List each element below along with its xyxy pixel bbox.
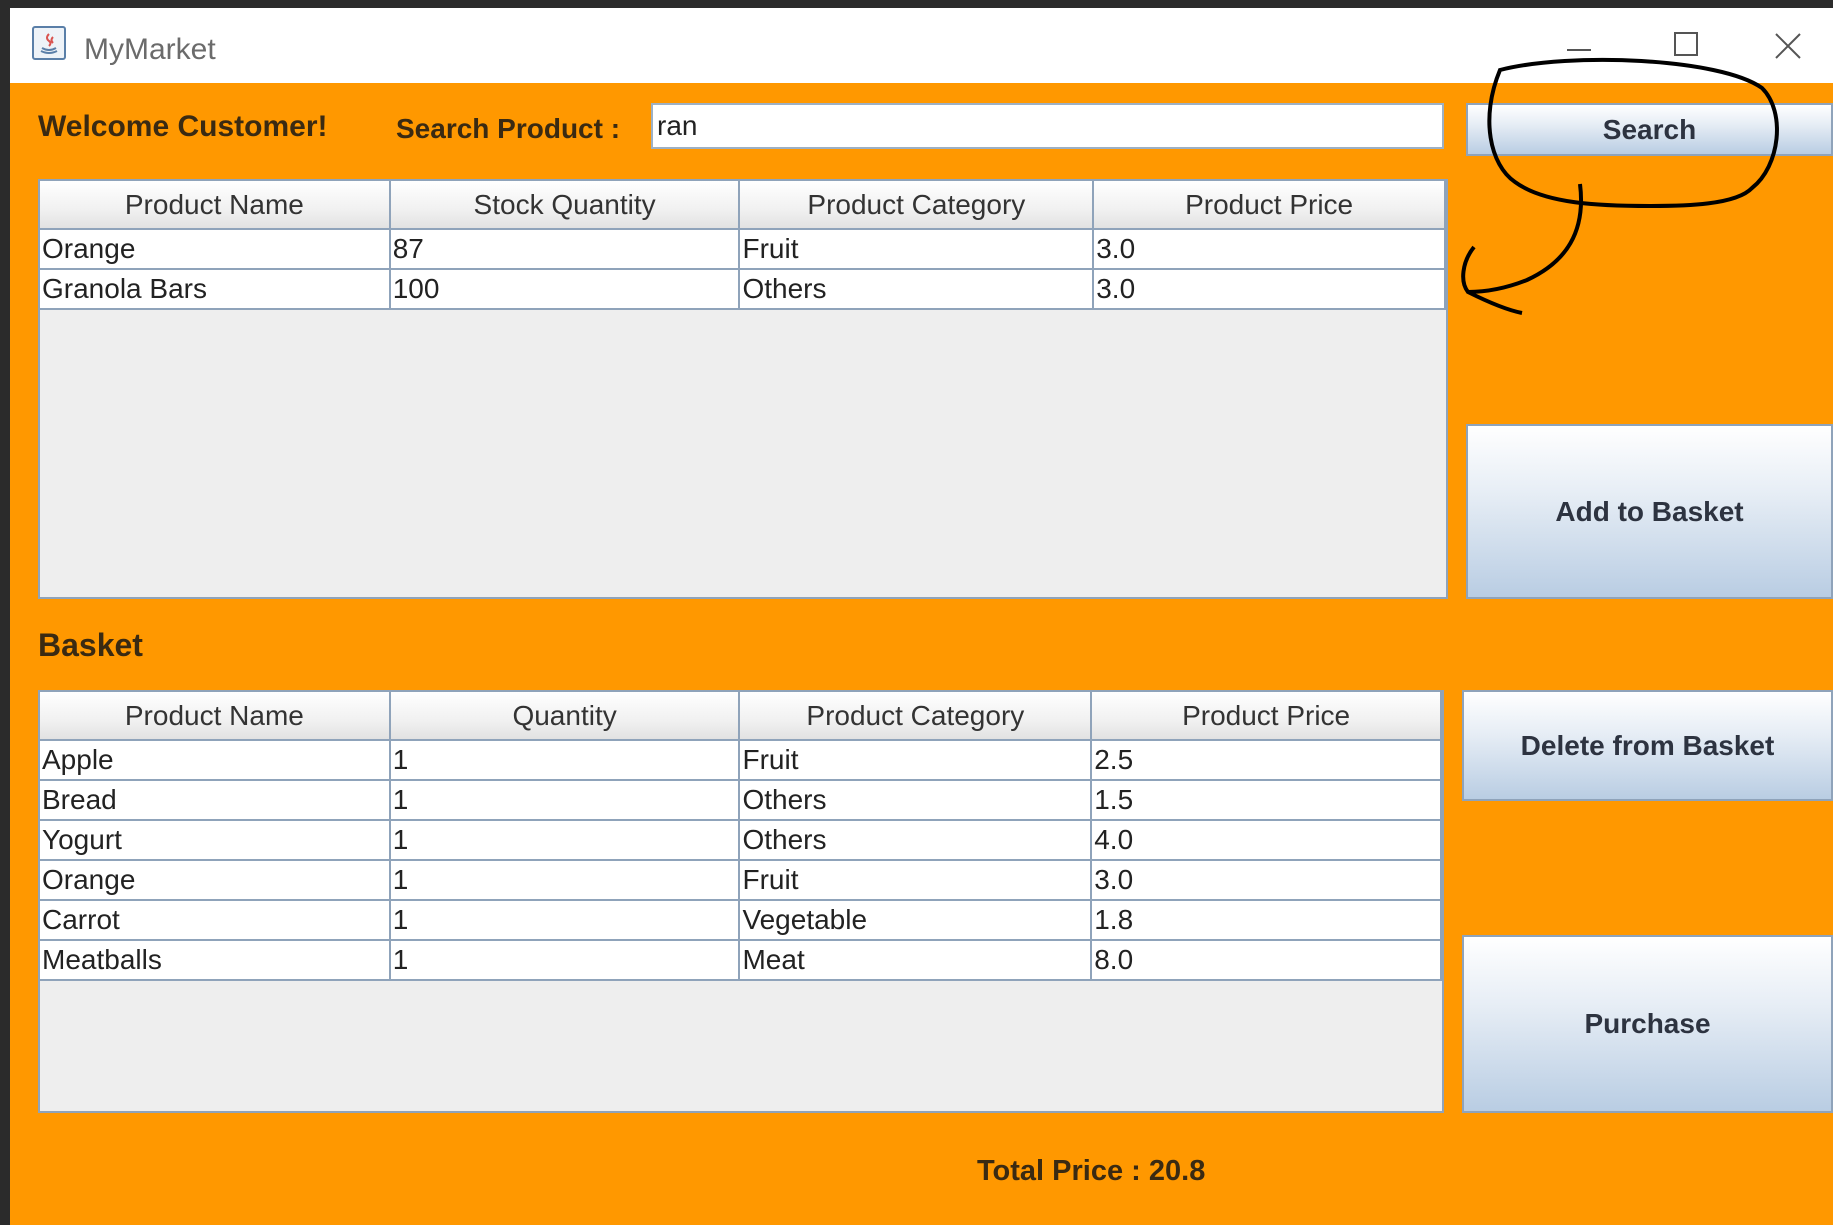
table-cell[interactable]: Fruit	[739, 860, 1093, 901]
table-cell[interactable]: Others	[739, 269, 1095, 310]
search-label: Search Product :	[396, 113, 621, 144]
table-cell[interactable]: 1.5	[1091, 780, 1442, 821]
table-cell[interactable]: Yogurt	[40, 820, 391, 861]
table-cell[interactable]: Granola Bars	[40, 269, 391, 310]
column-header[interactable]: Product Price	[1093, 181, 1446, 230]
table-cell[interactable]: 1	[389, 860, 741, 901]
table-cell[interactable]: Meatballs	[40, 940, 391, 981]
products-table[interactable]: Product Name Stock Quantity Product Cate…	[38, 179, 1448, 599]
table-cell[interactable]: 3.0	[1093, 229, 1446, 270]
table-row[interactable]: Orange 87 Fruit 3.0	[40, 229, 1446, 270]
table-row[interactable]: Meatballs 1 Meat 8.0	[40, 940, 1442, 981]
table-cell[interactable]: 8.0	[1091, 940, 1442, 981]
table-cell[interactable]: Apple	[40, 740, 391, 781]
search-button[interactable]: Search	[1466, 103, 1833, 156]
minimize-button[interactable]	[1548, 20, 1608, 70]
table-row[interactable]: Yogurt 1 Others 4.0	[40, 820, 1442, 861]
window-left-edge	[0, 0, 10, 1225]
table-cell[interactable]: 1	[389, 900, 741, 941]
table-cell[interactable]: Orange	[40, 860, 391, 901]
table-row[interactable]: Carrot 1 Vegetable 1.8	[40, 900, 1442, 941]
table-cell[interactable]: 100	[389, 269, 741, 310]
column-header[interactable]: Quantity	[389, 692, 741, 741]
table-row[interactable]: Orange 1 Fruit 3.0	[40, 860, 1442, 901]
purchase-button[interactable]: Purchase	[1462, 935, 1833, 1113]
java-app-icon	[32, 26, 66, 60]
table-cell[interactable]: 1	[389, 820, 741, 861]
table-row[interactable]: Granola Bars 100 Others 3.0	[40, 269, 1446, 310]
table-cell[interactable]: Carrot	[40, 900, 391, 941]
table-header-row: Product Name Quantity Product Category P…	[40, 692, 1442, 741]
table-row[interactable]: Bread 1 Others 1.5	[40, 780, 1442, 821]
total-price-label: Total Price : 20.8	[977, 1155, 1206, 1187]
maximize-icon	[1674, 32, 1698, 56]
table-row[interactable]: Apple 1 Fruit 2.5	[40, 740, 1442, 781]
basket-title: Basket	[38, 627, 143, 663]
close-icon	[1775, 33, 1801, 59]
close-button[interactable]	[1758, 20, 1818, 70]
table-cell[interactable]: Others	[739, 780, 1093, 821]
table-cell[interactable]: 1.8	[1091, 900, 1442, 941]
column-header[interactable]: Product Category	[739, 181, 1095, 230]
table-cell[interactable]: 1	[389, 740, 741, 781]
column-header[interactable]: Product Name	[40, 181, 391, 230]
table-cell[interactable]: Orange	[40, 229, 391, 270]
table-cell[interactable]: 4.0	[1091, 820, 1442, 861]
minimize-icon	[1567, 49, 1591, 51]
welcome-label: Welcome Customer!	[38, 110, 328, 143]
table-cell[interactable]: 1	[389, 780, 741, 821]
table-cell[interactable]: Vegetable	[739, 900, 1093, 941]
column-header[interactable]: Product Category	[739, 692, 1093, 741]
window-title: MyMarket	[84, 33, 216, 66]
table-cell[interactable]: Meat	[739, 940, 1093, 981]
table-cell[interactable]: Fruit	[739, 229, 1095, 270]
main-panel: Welcome Customer! Search Product : Searc…	[10, 83, 1833, 1225]
maximize-button[interactable]	[1656, 20, 1716, 70]
table-cell[interactable]: 2.5	[1091, 740, 1442, 781]
table-cell[interactable]: 3.0	[1093, 269, 1446, 310]
title-bar[interactable]: MyMarket	[10, 8, 1833, 83]
table-cell[interactable]: 87	[389, 229, 741, 270]
column-header[interactable]: Stock Quantity	[389, 181, 741, 230]
delete-from-basket-button[interactable]: Delete from Basket	[1462, 690, 1833, 801]
column-header[interactable]: Product Price	[1091, 692, 1442, 741]
app-window: MyMarket Welcome Customer! Search Produc…	[0, 0, 1833, 1225]
table-cell[interactable]: 3.0	[1091, 860, 1442, 901]
table-cell[interactable]: 1	[389, 940, 741, 981]
table-cell[interactable]: Fruit	[739, 740, 1093, 781]
basket-table[interactable]: Product Name Quantity Product Category P…	[38, 690, 1444, 1113]
table-cell[interactable]: Others	[739, 820, 1093, 861]
table-header-row: Product Name Stock Quantity Product Cate…	[40, 181, 1446, 230]
table-cell[interactable]: Bread	[40, 780, 391, 821]
add-to-basket-button[interactable]: Add to Basket	[1466, 424, 1833, 599]
search-input[interactable]	[651, 103, 1444, 149]
column-header[interactable]: Product Name	[40, 692, 391, 741]
